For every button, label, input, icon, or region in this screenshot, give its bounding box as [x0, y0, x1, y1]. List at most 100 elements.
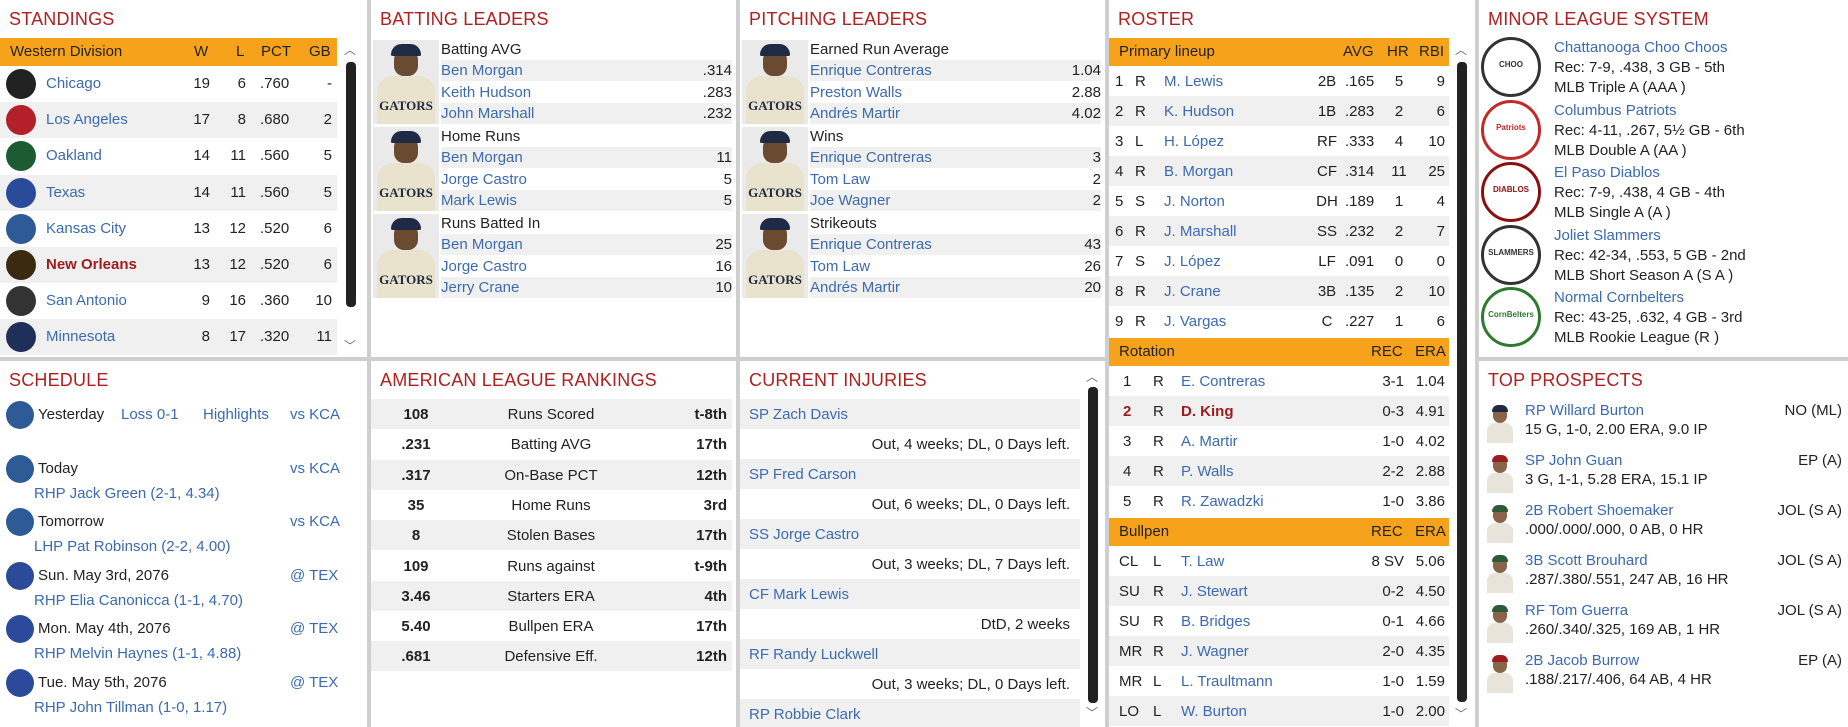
pitcher-name-link[interactable]: D. King — [1181, 403, 1234, 420]
player-photo[interactable]: GATORS — [373, 40, 439, 124]
prospect-name-link[interactable]: SP John Guan — [1525, 452, 1622, 469]
prospect-photo[interactable] — [1485, 603, 1515, 643]
rotation-row[interactable]: 5 R R. Zawadzki 1-0 3.86 — [1109, 486, 1449, 516]
probable-pitcher-link[interactable]: LHP Pat Robinson (2-2, 4.00) — [34, 538, 231, 555]
leader-row[interactable]: Jorge Castro 16 — [441, 256, 732, 277]
leader-name-link[interactable]: John Marshall — [441, 105, 534, 122]
player-photo[interactable]: GATORS — [742, 127, 808, 211]
prospect-photo[interactable] — [1485, 503, 1515, 543]
leader-name-link[interactable]: Joe Wagner — [810, 192, 890, 209]
injury-player-row[interactable]: RP Robbie Clark — [740, 699, 1080, 727]
highlights-link[interactable]: Highlights — [203, 406, 269, 423]
prospect-name-link[interactable]: RF Tom Guerra — [1525, 602, 1628, 619]
affiliate-name-link[interactable]: Normal Cornbelters — [1554, 289, 1684, 306]
lineup-row[interactable]: 7 S J. López LF .091 0 0 — [1109, 246, 1449, 276]
prospect-name-link[interactable]: 2B Jacob Burrow — [1525, 652, 1639, 669]
bullpen-row[interactable]: MR L L. Traultmann 1-0 1.59 — [1109, 666, 1449, 696]
leader-name-link[interactable]: Ben Morgan — [441, 236, 523, 253]
team-name-link[interactable]: Oakland — [46, 147, 102, 164]
standings-row[interactable]: Los Angeles 17 8 .680 2 — [0, 102, 337, 139]
standings-row[interactable]: Oakland 14 11 .560 5 — [0, 138, 337, 174]
injured-player-link[interactable]: RP Robbie Clark — [749, 706, 860, 723]
injury-player-row[interactable]: SP Fred Carson — [740, 459, 1080, 489]
lineup-row[interactable]: 3 L H. López RF .333 4 10 — [1109, 126, 1449, 156]
leader-name-link[interactable]: Andrés Martir — [810, 279, 900, 296]
pitcher-name-link[interactable]: L. Traultmann — [1181, 673, 1273, 690]
rotation-row[interactable]: 3 R A. Martir 1-0 4.02 — [1109, 426, 1449, 456]
leader-name-link[interactable]: Tom Law — [810, 258, 870, 275]
prospect-photo[interactable] — [1485, 653, 1515, 693]
schedule-item[interactable]: Mon. May 4th, 2076 @ TEX RHP Melvin Haynes… — [0, 613, 367, 665]
injury-player-row[interactable]: SS Jorge Castro — [740, 519, 1080, 549]
leader-row[interactable]: Preston Walls 2.88 — [810, 82, 1101, 103]
prospect-photo[interactable] — [1485, 553, 1515, 593]
lineup-row[interactable]: 1 R M. Lewis 2B .165 5 9 — [1109, 66, 1449, 96]
opponent-link[interactable]: @ TEX — [290, 567, 338, 584]
standings-scrollbar[interactable] — [346, 62, 356, 307]
leader-name-link[interactable]: Tom Law — [810, 171, 870, 188]
injured-player-link[interactable]: RF Randy Luckwell — [749, 646, 878, 663]
rotation-row[interactable]: 1 R E. Contreras 3-1 1.04 — [1109, 366, 1449, 396]
leader-row[interactable]: Enrique Contreras 43 — [810, 234, 1101, 255]
leader-row[interactable]: Mark Lewis 5 — [441, 190, 732, 211]
probable-pitcher-link[interactable]: RHP John Tillman (1-0, 1.17) — [34, 699, 227, 716]
pitcher-name-link[interactable]: B. Bridges — [1181, 613, 1250, 630]
injuries-scrollbar[interactable] — [1088, 387, 1098, 703]
opponent-link[interactable]: @ TEX — [290, 620, 338, 637]
leader-row[interactable]: Joe Wagner 2 — [810, 190, 1101, 211]
rotation-row[interactable]: 2 R D. King 0-3 4.91 — [1109, 396, 1449, 426]
pitcher-name-link[interactable]: W. Burton — [1181, 703, 1247, 720]
roster-scroll-down[interactable]: ﹀ — [1455, 708, 1467, 720]
player-name-link[interactable]: J. López — [1164, 253, 1221, 270]
team-name-link[interactable]: Chicago — [46, 75, 101, 92]
player-photo[interactable]: GATORS — [742, 214, 808, 298]
injured-player-link[interactable]: SP Zach Davis — [749, 406, 848, 423]
lineup-row[interactable]: 5 S J. Norton DH .189 1 4 — [1109, 186, 1449, 216]
leader-row[interactable]: Keith Hudson .283 — [441, 82, 732, 103]
leader-row[interactable]: Enrique Contreras 1.04 — [810, 60, 1101, 81]
player-photo[interactable]: GATORS — [742, 40, 808, 124]
affiliate-name-link[interactable]: El Paso Diablos — [1554, 164, 1660, 181]
player-name-link[interactable]: J. Crane — [1164, 283, 1221, 300]
standings-row[interactable]: San Antonio 9 16 .360 10 — [0, 283, 337, 319]
pitcher-name-link[interactable]: R. Zawadzki — [1181, 493, 1264, 510]
leader-name-link[interactable]: Enrique Contreras — [810, 236, 932, 253]
leader-name-link[interactable]: Enrique Contreras — [810, 149, 932, 166]
standings-row[interactable]: Minnesota 8 17 .320 11 — [0, 319, 337, 356]
injury-player-row[interactable]: CF Mark Lewis — [740, 579, 1080, 609]
leader-row[interactable]: Tom Law 26 — [810, 256, 1101, 277]
player-name-link[interactable]: H. López — [1164, 133, 1224, 150]
probable-pitcher-link[interactable]: RHP Melvin Haynes (1-1, 4.88) — [34, 645, 241, 662]
probable-pitcher-link[interactable]: RHP Elia Canonicca (1-1, 4.70) — [34, 592, 243, 609]
prospect-name-link[interactable]: RP Willard Burton — [1525, 402, 1644, 419]
standings-row[interactable]: Kansas City 13 12 .520 6 — [0, 211, 337, 247]
pitcher-name-link[interactable]: J. Stewart — [1181, 583, 1248, 600]
prospect-name-link[interactable]: 2B Robert Shoemaker — [1525, 502, 1673, 519]
roster-scroll-up[interactable]: ︿ — [1455, 44, 1467, 56]
leader-name-link[interactable]: Andrés Martir — [810, 105, 900, 122]
team-name-link[interactable]: New Orleans — [46, 256, 137, 273]
opponent-link[interactable]: @ TEX — [290, 674, 338, 691]
player-name-link[interactable]: J. Vargas — [1164, 313, 1226, 330]
injury-player-row[interactable]: RF Randy Luckwell — [740, 639, 1080, 669]
team-name-link[interactable]: Kansas City — [46, 220, 126, 237]
lineup-row[interactable]: 6 R J. Marshall SS .232 2 7 — [1109, 216, 1449, 246]
standings-row[interactable]: Texas 14 11 .560 5 — [0, 174, 337, 211]
pitcher-name-link[interactable]: P. Walls — [1181, 463, 1234, 480]
opponent-link[interactable]: vs KCA — [290, 406, 340, 423]
prospect-photo[interactable] — [1485, 403, 1515, 443]
pitcher-name-link[interactable]: J. Wagner — [1181, 643, 1249, 660]
affiliate-name-link[interactable]: Chattanooga Choo Choos — [1554, 39, 1727, 56]
leader-name-link[interactable]: Ben Morgan — [441, 149, 523, 166]
affiliate-name-link[interactable]: Columbus Patriots — [1554, 102, 1677, 119]
lineup-row[interactable]: 8 R J. Crane 3B .135 2 10 — [1109, 276, 1449, 306]
leader-row[interactable]: Jorge Castro 5 — [441, 169, 732, 190]
leader-row[interactable]: Ben Morgan 25 — [441, 234, 732, 255]
injured-player-link[interactable]: SP Fred Carson — [749, 466, 856, 483]
bullpen-row[interactable]: MR R J. Wagner 2-0 4.35 — [1109, 636, 1449, 666]
pitcher-name-link[interactable]: T. Law — [1181, 553, 1224, 570]
scroll-down-arrow[interactable]: ﹀ — [344, 340, 356, 352]
leader-name-link[interactable]: Keith Hudson — [441, 84, 531, 101]
opponent-link[interactable]: vs KCA — [290, 513, 340, 530]
bullpen-row[interactable]: LO L W. Burton 1-0 2.00 — [1109, 696, 1449, 726]
